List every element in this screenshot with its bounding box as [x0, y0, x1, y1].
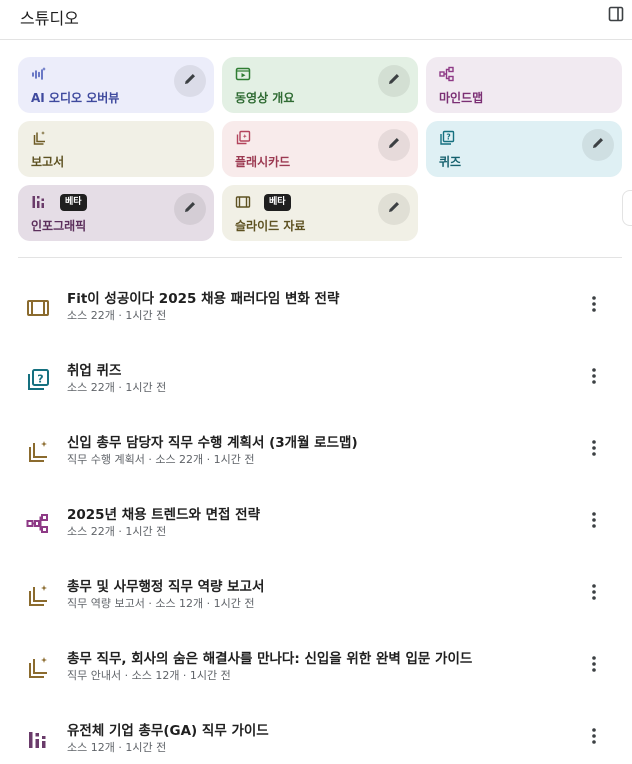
svg-text:?: ?: [37, 372, 43, 385]
more-vert-icon: [592, 512, 596, 532]
edit-button[interactable]: [378, 65, 410, 97]
svg-text:?: ?: [446, 133, 450, 142]
item-title: 2025년 채용 트렌드와 면접 전략: [67, 507, 260, 523]
card-report[interactable]: 보고서: [18, 121, 214, 177]
more-options-button[interactable]: [582, 294, 606, 318]
card-label: 마인드맵: [439, 91, 484, 105]
side-panel-icon: [608, 6, 624, 26]
flashcard-icon: [235, 130, 251, 146]
edit-button[interactable]: [378, 193, 410, 225]
list-item[interactable]: Fit이 성공이다 2025 채용 패러다임 변화 전략 소스 22개 · 1시…: [0, 260, 632, 332]
slides-icon: [26, 296, 50, 320]
pencil-icon: [386, 71, 402, 91]
card-video-overview[interactable]: 동영상 개요: [222, 57, 418, 113]
pencil-icon: [182, 71, 198, 91]
more-vert-icon: [592, 728, 596, 748]
card-label: 동영상 개요: [235, 91, 295, 105]
pencil-icon: [386, 135, 402, 155]
edit-button[interactable]: [174, 65, 206, 97]
infographic-icon: [31, 194, 47, 210]
slides-icon: [235, 194, 251, 210]
item-meta: 소스 22개 · 1시간 전: [67, 309, 167, 322]
list-item[interactable]: 총무 및 사무행정 직무 역량 보고서 직무 역량 보고서 · 소스 12개 ·…: [0, 548, 632, 620]
more-vert-icon: [592, 584, 596, 604]
list-item[interactable]: 총무 직무, 회사의 숨은 해결사를 만나다: 신입을 위한 완벽 입문 가이드…: [0, 620, 632, 692]
card-slides[interactable]: 베타 슬라이드 자료: [222, 185, 418, 241]
pencil-icon: [182, 199, 198, 219]
report-icon: [26, 584, 50, 608]
card-flashcard[interactable]: 플래시카드: [222, 121, 418, 177]
edit-button[interactable]: [378, 129, 410, 161]
card-label: 퀴즈: [439, 155, 462, 169]
item-title: 유전체 기업 총무(GA) 직무 가이드: [67, 723, 269, 739]
pencil-icon: [590, 135, 606, 155]
report-icon: [26, 440, 50, 464]
more-options-button[interactable]: [582, 438, 606, 462]
quiz-icon: ?: [26, 368, 50, 392]
report-icon: [26, 656, 50, 680]
list-item[interactable]: 신입 총무 담당자 직무 수행 계획서 (3개월 로드맵) 직무 수행 계획서 …: [0, 404, 632, 476]
beta-badge: 베타: [60, 194, 87, 211]
more-vert-icon: [592, 656, 596, 676]
more-options-button[interactable]: [582, 726, 606, 750]
card-label: 인포그래픽: [31, 219, 87, 233]
list-item[interactable]: ? 취업 퀴즈 소스 22개 · 1시간 전: [0, 332, 632, 404]
beta-badge: 베타: [264, 194, 291, 211]
mind-map-icon: [26, 512, 50, 536]
item-meta: 직무 안내서 · 소스 12개 · 1시간 전: [67, 669, 231, 682]
item-title: Fit이 성공이다 2025 채용 패러다임 변화 전략: [67, 291, 340, 307]
edit-button[interactable]: [174, 193, 206, 225]
video-icon: [235, 66, 251, 82]
page-title: 스튜디오: [20, 9, 79, 28]
infographic-icon: [26, 728, 50, 752]
card-infographic[interactable]: 베타 인포그래픽: [18, 185, 214, 241]
card-audio-overview[interactable]: AI 오디오 오버뷰: [18, 57, 214, 113]
item-meta: 직무 역량 보고서 · 소스 12개 · 1시간 전: [67, 597, 255, 610]
card-label: 플래시카드: [235, 155, 291, 169]
item-meta: 소스 22개 · 1시간 전: [67, 525, 167, 538]
item-title: 총무 및 사무행정 직무 역량 보고서: [67, 579, 265, 595]
more-vert-icon: [592, 440, 596, 460]
item-meta: 소스 12개 · 1시간 전: [67, 741, 167, 754]
card-quiz[interactable]: ? 퀴즈: [426, 121, 622, 177]
more-vert-icon: [592, 368, 596, 388]
studio-header: 스튜디오: [0, 0, 632, 40]
list-item[interactable]: 유전체 기업 총무(GA) 직무 가이드 소스 12개 · 1시간 전: [0, 692, 632, 764]
card-label: 보고서: [31, 155, 65, 169]
audio-wave-icon: [31, 66, 47, 82]
more-options-button[interactable]: [582, 582, 606, 606]
more-vert-icon: [592, 296, 596, 316]
panel-resize-handle[interactable]: [622, 190, 632, 226]
item-meta: 소스 22개 · 1시간 전: [67, 381, 167, 394]
list-item[interactable]: 2025년 채용 트렌드와 면접 전략 소스 22개 · 1시간 전: [0, 476, 632, 548]
item-title: 취업 퀴즈: [67, 363, 122, 379]
item-title: 총무 직무, 회사의 숨은 해결사를 만나다: 신입을 위한 완벽 입문 가이드: [67, 651, 473, 667]
pencil-icon: [386, 199, 402, 219]
edit-button[interactable]: [582, 129, 614, 161]
more-options-button[interactable]: [582, 654, 606, 678]
section-divider: [18, 257, 622, 258]
card-mind-map[interactable]: 마인드맵: [426, 57, 622, 113]
more-options-button[interactable]: [582, 366, 606, 390]
card-label: 슬라이드 자료: [235, 219, 306, 233]
more-options-button[interactable]: [582, 510, 606, 534]
report-icon: [31, 130, 47, 146]
item-meta: 직무 수행 계획서 · 소스 22개 · 1시간 전: [67, 453, 255, 466]
collapse-panel-button[interactable]: [606, 6, 626, 26]
mind-map-icon: [439, 66, 455, 82]
item-title: 신입 총무 담당자 직무 수행 계획서 (3개월 로드맵): [67, 435, 358, 451]
quiz-icon: ?: [439, 130, 455, 146]
card-label: AI 오디오 오버뷰: [31, 91, 120, 105]
